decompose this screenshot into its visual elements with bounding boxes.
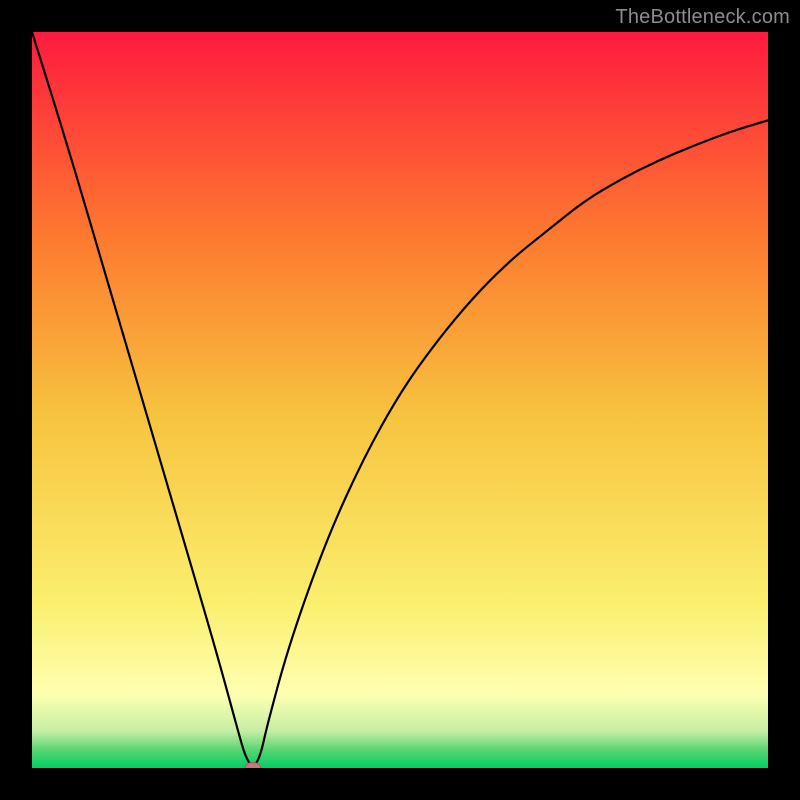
watermark-label: TheBottleneck.com (615, 6, 790, 29)
chart-svg (32, 32, 768, 768)
chart-container: TheBottleneck.com (0, 0, 800, 800)
plot-area (32, 32, 768, 768)
